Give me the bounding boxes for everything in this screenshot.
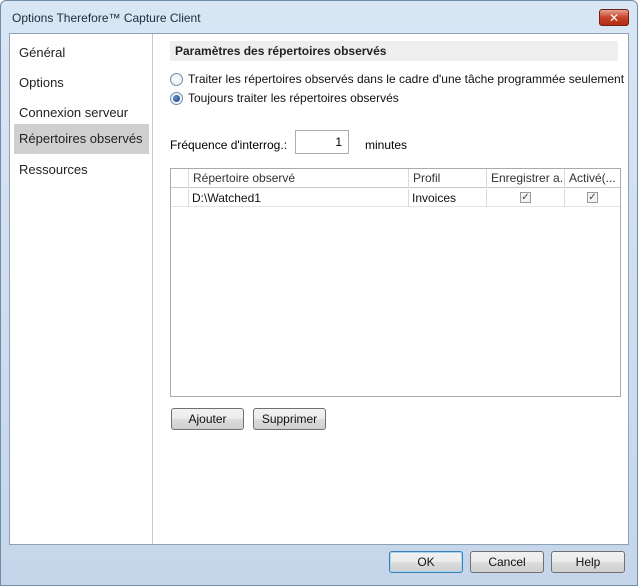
radio-scheduled-indicator[interactable]	[170, 72, 183, 86]
radio-scheduled-processing[interactable]: Traiter les répertoires observés dans le…	[170, 70, 624, 88]
column-header-profile[interactable]: Profil	[409, 169, 487, 188]
enabled-checkbox[interactable]: ✓	[587, 192, 598, 203]
title-bar: Options Therefore™ Capture Client ✕	[1, 1, 637, 33]
radio-always-indicator[interactable]	[170, 91, 183, 105]
radio-always-label: Toujours traiter les répertoires observé…	[188, 91, 399, 105]
dialog-footer: OK Cancel Help	[9, 545, 629, 583]
window-title: Options Therefore™ Capture Client	[12, 11, 201, 25]
close-button[interactable]: ✕	[599, 9, 629, 26]
row-indicator[interactable]	[171, 189, 189, 207]
remove-button[interactable]: Supprimer	[253, 408, 326, 430]
sidebar-item-general[interactable]: Général	[14, 38, 149, 68]
settings-panel: Paramètres des répertoires observés Trai…	[154, 34, 628, 544]
sidebar-item-resources[interactable]: Ressources	[14, 155, 149, 185]
save-checkbox[interactable]: ✓	[520, 192, 531, 203]
add-button[interactable]: Ajouter	[171, 408, 244, 430]
cancel-button[interactable]: Cancel	[470, 551, 544, 573]
polling-frequency-unit: minutes	[365, 138, 408, 152]
options-dialog: Options Therefore™ Capture Client ✕ Géné…	[0, 0, 638, 586]
radio-always-processing[interactable]: Toujours traiter les répertoires observé…	[170, 89, 399, 107]
ok-button[interactable]: OK	[389, 551, 463, 573]
cell-save: ✓	[487, 189, 565, 207]
column-header-directory[interactable]: Répertoire observé	[189, 169, 409, 188]
table-row[interactable]: D:\Watched1 Invoices ✓ ✓	[171, 189, 620, 207]
section-title: Paramètres des répertoires observés	[170, 41, 618, 61]
dialog-client-area: Général Options Connexion serveur Répert…	[9, 33, 629, 545]
help-button[interactable]: Help	[551, 551, 625, 573]
cell-enabled: ✓	[565, 189, 620, 207]
close-icon: ✕	[608, 10, 620, 25]
radio-scheduled-label: Traiter les répertoires observés dans le…	[188, 72, 625, 86]
sidebar-item-options[interactable]: Options	[14, 68, 149, 98]
polling-frequency-label: Fréquence d'interrog.:	[170, 138, 288, 152]
watched-directories-table[interactable]: Répertoire observé Profil Enregistrer a.…	[170, 168, 621, 397]
column-header-enabled[interactable]: Activé(...	[565, 169, 620, 188]
sidebar-item-watched-directories[interactable]: Répertoires observés	[14, 124, 149, 154]
column-header-save[interactable]: Enregistrer a...	[487, 169, 565, 188]
cell-profile[interactable]: Invoices	[409, 189, 487, 207]
row-indicator-header	[171, 169, 189, 188]
polling-frequency-input[interactable]: 1	[295, 130, 349, 154]
table-header: Répertoire observé Profil Enregistrer a.…	[171, 169, 620, 188]
cell-directory[interactable]: D:\Watched1	[189, 189, 409, 207]
sidebar: Général Options Connexion serveur Répert…	[10, 34, 153, 544]
